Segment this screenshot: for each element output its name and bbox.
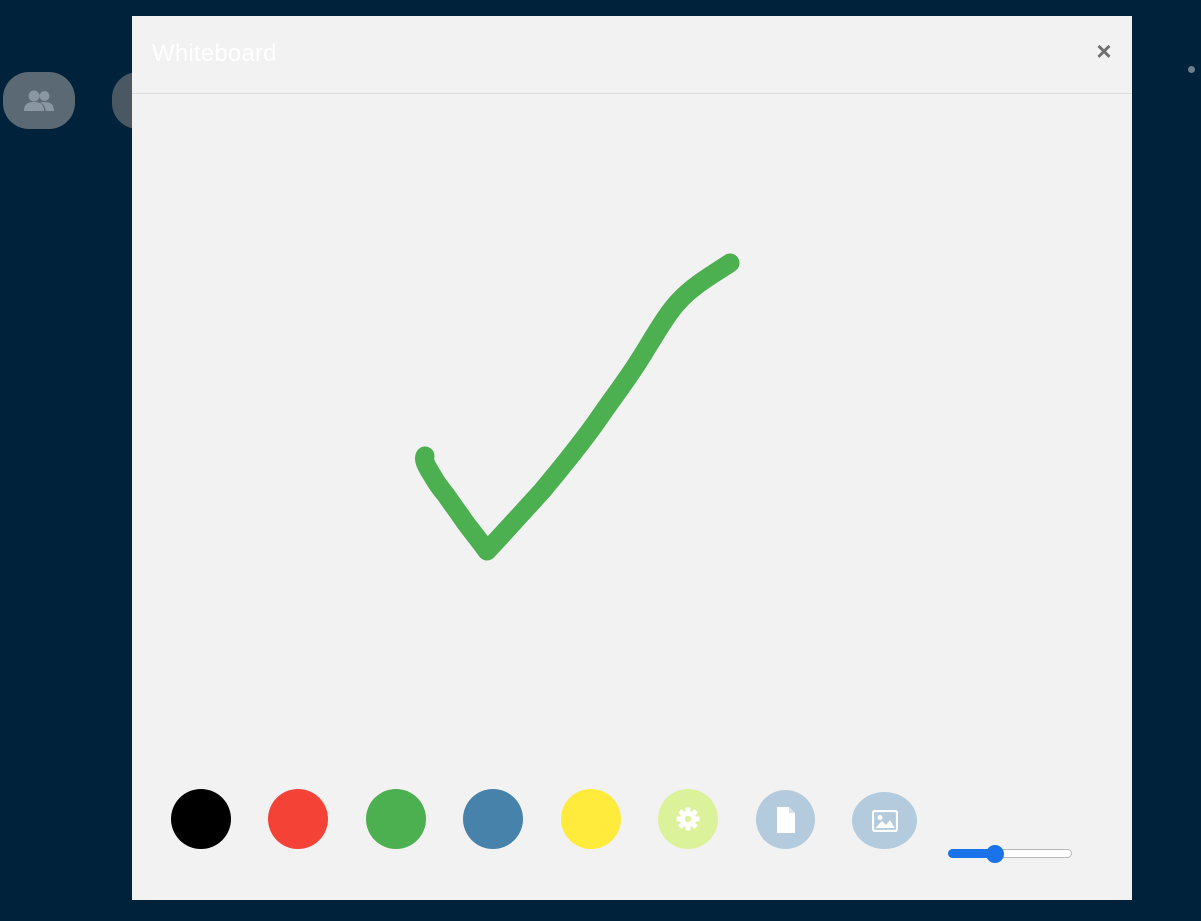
brush-size-slider[interactable]	[948, 844, 1074, 864]
checkmark-stroke	[415, 253, 740, 561]
modal-header: Whiteboard ×	[132, 16, 1132, 94]
slider-thumb[interactable]	[986, 845, 1004, 863]
insert-image-button[interactable]	[852, 792, 917, 849]
status-dot	[1188, 66, 1195, 73]
close-button[interactable]: ×	[1090, 36, 1118, 66]
color-swatch-red[interactable]	[268, 789, 328, 849]
whiteboard-toolbar	[132, 776, 1132, 896]
color-swatch-blue[interactable]	[463, 789, 523, 849]
color-swatch-green[interactable]	[366, 789, 426, 849]
modal-title: Whiteboard	[152, 40, 277, 67]
save-document-button[interactable]	[756, 790, 815, 849]
participants-button[interactable]	[3, 72, 75, 129]
document-icon	[776, 806, 795, 833]
whiteboard-modal: Whiteboard ×	[132, 16, 1132, 900]
users-icon	[24, 90, 54, 111]
color-swatch-black[interactable]	[171, 789, 231, 849]
image-icon	[871, 809, 898, 832]
gear-icon	[676, 807, 700, 831]
drawing-canvas[interactable]	[132, 95, 1132, 775]
color-swatch-yellow[interactable]	[561, 789, 621, 849]
settings-button[interactable]	[658, 789, 718, 849]
